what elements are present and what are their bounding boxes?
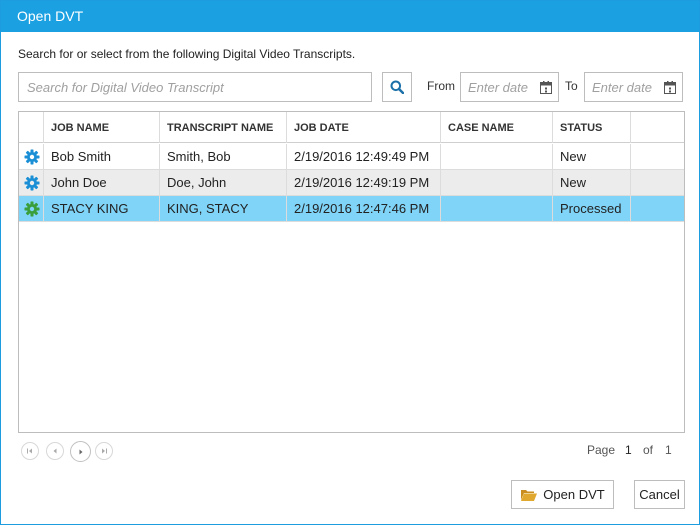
- from-date-picker[interactable]: [460, 72, 559, 102]
- column-header-filler: [630, 112, 684, 143]
- table-row-selected[interactable]: STACY KING KING, STACY 2/19/2016 12:47:4…: [19, 196, 684, 222]
- column-header-status[interactable]: STATUS: [552, 112, 630, 143]
- to-date-input[interactable]: [585, 73, 665, 101]
- total-pages: 1: [665, 443, 672, 457]
- cell-transcript-name: Doe, John: [159, 170, 286, 195]
- column-header-transcript-name[interactable]: TRANSCRIPT NAME: [159, 112, 286, 143]
- open-dvt-button[interactable]: Open DVT: [511, 480, 614, 509]
- cell-filler: [630, 144, 684, 169]
- table-row[interactable]: John Doe Doe, John 2/19/2016 12:49:19 PM…: [19, 170, 684, 196]
- cell-job-date: 2/19/2016 12:49:49 PM: [286, 144, 440, 169]
- last-page-icon: [102, 448, 107, 454]
- gear-icon: [24, 175, 40, 191]
- column-header-job-name[interactable]: JOB NAME: [43, 112, 159, 143]
- open-dvt-dialog: Open DVT Search for or select from the f…: [0, 0, 700, 525]
- grid-header: JOB NAME TRANSCRIPT NAME JOB DATE CASE N…: [19, 112, 684, 143]
- next-page-icon: [79, 449, 82, 454]
- from-label: From: [427, 79, 455, 93]
- page-label: Page: [587, 443, 616, 457]
- cell-transcript-name: KING, STACY: [159, 196, 286, 221]
- cell-case-name: [440, 144, 552, 169]
- open-dvt-label: Open DVT: [543, 487, 605, 502]
- cell-job-name: Bob Smith: [43, 144, 159, 169]
- cell-transcript-name: Smith, Bob: [159, 144, 286, 169]
- prev-page-icon: [53, 448, 57, 454]
- column-header-job-date[interactable]: JOB DATE: [286, 112, 440, 143]
- next-page-button[interactable]: [70, 441, 91, 462]
- cell-job-name: STACY KING: [43, 196, 159, 221]
- instructions-text: Search for or select from the following …: [18, 47, 356, 61]
- folder-open-icon: [521, 489, 538, 501]
- cell-status: New: [552, 144, 630, 169]
- of-label: of: [643, 443, 654, 457]
- cancel-button[interactable]: Cancel: [634, 480, 685, 509]
- last-page-button[interactable]: [95, 442, 113, 460]
- cell-job-name: John Doe: [43, 170, 159, 195]
- gear-icon: [24, 201, 40, 217]
- to-label: To: [565, 79, 578, 93]
- first-page-button[interactable]: [21, 442, 39, 460]
- cell-job-date: 2/19/2016 12:49:19 PM: [286, 170, 440, 195]
- search-icon: [390, 80, 404, 94]
- cell-filler: [630, 170, 684, 195]
- to-date-picker[interactable]: [584, 72, 683, 102]
- cancel-label: Cancel: [639, 487, 680, 502]
- calendar-icon[interactable]: [540, 81, 552, 94]
- calendar-icon[interactable]: [664, 81, 676, 94]
- search-button[interactable]: [382, 72, 412, 102]
- cell-status: Processed: [552, 196, 630, 221]
- cell-case-name: [440, 170, 552, 195]
- from-date-input[interactable]: [461, 73, 541, 101]
- first-page-icon: [27, 448, 32, 454]
- search-input[interactable]: [18, 72, 372, 102]
- cell-filler: [630, 196, 684, 221]
- cell-case-name: [440, 196, 552, 221]
- column-header-case-name[interactable]: CASE NAME: [440, 112, 552, 143]
- prev-page-button[interactable]: [46, 442, 64, 460]
- gear-icon: [24, 149, 40, 165]
- table-row[interactable]: Bob Smith Smith, Bob 2/19/2016 12:49:49 …: [19, 144, 684, 170]
- transcripts-grid: JOB NAME TRANSCRIPT NAME JOB DATE CASE N…: [18, 111, 685, 433]
- dialog-title: Open DVT: [1, 1, 699, 32]
- cell-status: New: [552, 170, 630, 195]
- cell-job-date: 2/19/2016 12:47:46 PM: [286, 196, 440, 221]
- current-page-number[interactable]: 1: [625, 443, 632, 457]
